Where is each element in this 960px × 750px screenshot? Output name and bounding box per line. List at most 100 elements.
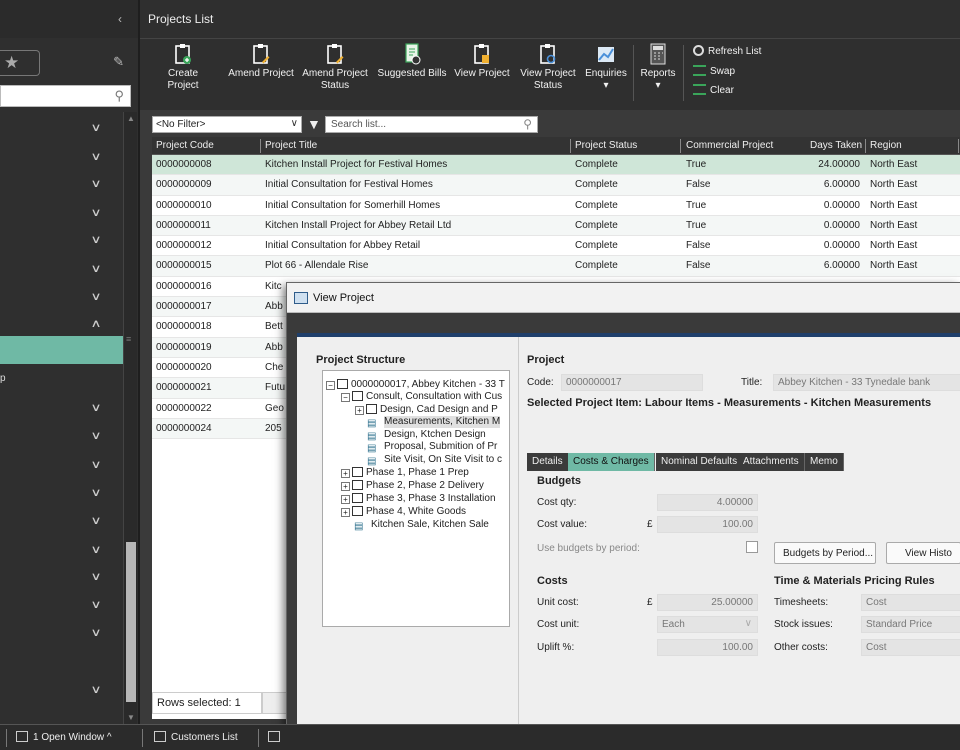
chevron-down-icon[interactable]: ∨ bbox=[90, 290, 101, 303]
column-header-project-status[interactable]: Project Status bbox=[575, 140, 637, 151]
column-header-region[interactable]: Region bbox=[870, 140, 902, 151]
project-structure-panel: Project Structure −0000000017, Abbey Kit… bbox=[297, 337, 519, 750]
tree-node[interactable]: + Phase 2, Phase 2 Delivery bbox=[341, 480, 484, 492]
edit-pencil-icon[interactable]: ✎ bbox=[113, 54, 124, 70]
chevron-down-icon[interactable]: ∨ bbox=[90, 458, 101, 471]
amend-project-status-button[interactable]: Amend Project Status bbox=[300, 43, 370, 92]
tree-node[interactable]: − Consult, Consultation with Cus bbox=[341, 391, 502, 403]
sidebar-scrollbar[interactable]: ▲ ≡ ▼ bbox=[123, 112, 137, 724]
collapse-icon[interactable]: − bbox=[326, 381, 335, 390]
tab-details[interactable]: Details bbox=[527, 453, 569, 471]
tree-node[interactable]: ▤ Proposal, Submition of Pr bbox=[367, 441, 497, 454]
table-row[interactable]: 0000000010 Initial Consultation for Somer… bbox=[152, 196, 960, 216]
column-header-project-title[interactable]: Project Title bbox=[265, 140, 317, 151]
filter-funnel-icon[interactable]: ▼ bbox=[307, 116, 321, 132]
chevron-down-icon[interactable]: ∨ bbox=[90, 401, 101, 414]
chevron-down-icon[interactable]: ∨ bbox=[90, 683, 101, 696]
tab-nominal-defaults[interactable]: Nominal Defaults bbox=[656, 453, 744, 471]
table-row[interactable]: 0000000008 Kitchen Install Project for Fe… bbox=[152, 155, 960, 176]
window-icon bbox=[16, 731, 28, 742]
table-row[interactable]: 0000000012 Initial Consultation for Abbey… bbox=[152, 236, 960, 257]
tree-node[interactable]: ▤ Site Visit, On Site Visit to c bbox=[367, 454, 502, 467]
cost-value-field[interactable]: 100.00 bbox=[657, 516, 758, 533]
amend-project-button[interactable]: Amend Project bbox=[226, 43, 296, 80]
sidebar-item-projects[interactable] bbox=[0, 336, 123, 364]
window-titlebar[interactable]: View Project bbox=[287, 283, 960, 313]
use-budgets-checkbox[interactable] bbox=[746, 541, 758, 553]
tree-node[interactable]: + Design, Cad Design and P bbox=[355, 404, 498, 416]
filter-select[interactable]: <No Filter> ∨ bbox=[152, 116, 302, 133]
expand-icon[interactable]: + bbox=[355, 406, 364, 415]
column-header-commercial-project[interactable]: Commercial Project bbox=[686, 140, 773, 151]
chevron-down-icon[interactable]: ∨ bbox=[90, 233, 101, 246]
table-row[interactable]: 0000000011 Kitchen Install Project for Ab… bbox=[152, 215, 960, 237]
refresh-list-button[interactable]: Refresh List bbox=[693, 45, 761, 57]
other-costs-select[interactable]: Cost bbox=[861, 639, 960, 656]
chevron-down-icon[interactable]: ∨ bbox=[90, 429, 101, 442]
search-icon[interactable]: ⚲ bbox=[523, 117, 532, 131]
title-field[interactable]: Abbey Kitchen - 33 Tynedale bank bbox=[773, 374, 960, 391]
tree-node-project[interactable]: −0000000017, Abbey Kitchen - 33 T bbox=[326, 379, 505, 391]
expand-icon[interactable]: + bbox=[341, 508, 350, 517]
chevron-down-icon[interactable]: ∨ bbox=[90, 514, 101, 527]
view-project-button[interactable]: View Project bbox=[450, 43, 514, 80]
tree-node[interactable]: + Phase 1, Phase 1 Prep bbox=[341, 467, 469, 479]
table-row[interactable]: 0000000009 Initial Consultation for Festi… bbox=[152, 175, 960, 196]
tree-node[interactable]: ▤ Kitchen Sale, Kitchen Sale bbox=[354, 519, 489, 532]
chevron-down-icon[interactable]: ∨ bbox=[90, 543, 101, 556]
cost-unit-select[interactable]: Each ∨ bbox=[657, 616, 758, 633]
scrollbar-thumb[interactable] bbox=[126, 542, 136, 702]
clear-button[interactable]: Clear bbox=[693, 84, 734, 96]
column-header-days-taken[interactable]: Days Taken bbox=[810, 140, 862, 151]
tab-attachments[interactable]: Attachments bbox=[738, 453, 805, 471]
chevron-down-icon[interactable]: ∨ bbox=[90, 486, 101, 499]
unit-cost-field[interactable]: 25.00000 bbox=[657, 594, 758, 611]
collapse-icon[interactable]: − bbox=[341, 393, 350, 402]
create-project-button[interactable]: Create Project bbox=[154, 43, 212, 92]
code-field[interactable]: 0000000017 bbox=[561, 374, 703, 391]
uplift-field[interactable]: 100.00 bbox=[657, 639, 758, 656]
filter-bar: <No Filter> ∨ ▼ Search list... ⚲ bbox=[140, 110, 960, 138]
tree-node[interactable]: + Phase 4, White Goods bbox=[341, 506, 466, 518]
view-project-window: View Project Project Structure −00000000… bbox=[286, 282, 960, 750]
chevron-down-icon[interactable]: ∨ bbox=[90, 206, 101, 219]
project-structure-tree[interactable]: −0000000017, Abbey Kitchen - 33 T − Consu… bbox=[322, 370, 510, 627]
taskbar-item[interactable] bbox=[268, 731, 285, 743]
expand-icon[interactable]: + bbox=[341, 482, 350, 491]
search-input[interactable]: Search list... ⚲ bbox=[325, 116, 538, 133]
expand-icon[interactable]: + bbox=[341, 469, 350, 478]
sidebar-search-input[interactable]: ⚲ bbox=[0, 85, 131, 107]
cost-qty-field[interactable]: 4.00000 bbox=[657, 494, 758, 511]
chevron-up-icon[interactable]: ∧ bbox=[90, 317, 101, 330]
collapse-sidebar-icon[interactable]: ‹ bbox=[118, 12, 122, 26]
stock-issues-select[interactable]: Standard Price bbox=[861, 616, 960, 633]
tab-costs-charges[interactable]: Costs & Charges bbox=[568, 453, 655, 471]
tab-memo[interactable]: Memo bbox=[805, 453, 844, 471]
tree-node[interactable]: ▤ Design, Ktchen Design bbox=[367, 429, 486, 442]
timesheets-select[interactable]: Cost bbox=[861, 594, 960, 611]
chevron-down-icon[interactable]: ∨ bbox=[90, 121, 101, 134]
open-windows-button[interactable]: 1 Open Window ^ bbox=[16, 731, 112, 743]
tree-node-selected[interactable]: ▤ Measurements, Kitchen M bbox=[367, 416, 501, 429]
enquiries-button[interactable]: Enquiries ▾ bbox=[582, 43, 630, 92]
chevron-down-icon[interactable]: ∨ bbox=[90, 177, 101, 190]
expand-icon[interactable]: + bbox=[341, 495, 350, 504]
swap-button[interactable]: Swap bbox=[693, 65, 735, 77]
table-row[interactable]: 0000000015 Plot 66 - Allendale Rise Comple… bbox=[152, 256, 960, 277]
column-header-project-code[interactable]: Project Code bbox=[156, 140, 214, 151]
tree-node[interactable]: + Phase 3, Phase 3 Installation bbox=[341, 493, 496, 505]
taskbar-customers-list[interactable]: Customers List bbox=[154, 731, 238, 743]
chevron-down-icon[interactable]: ∨ bbox=[90, 570, 101, 583]
chevron-down-icon[interactable]: ∨ bbox=[90, 626, 101, 639]
chevron-down-icon[interactable]: ∨ bbox=[90, 262, 101, 275]
chevron-down-icon[interactable]: ∨ bbox=[90, 150, 101, 163]
scroll-up-icon[interactable]: ▲ bbox=[127, 114, 135, 123]
view-history-button[interactable]: View Histo bbox=[886, 542, 960, 564]
reports-button[interactable]: Reports ▾ bbox=[638, 43, 678, 92]
chevron-down-icon[interactable]: ∨ bbox=[90, 598, 101, 611]
favourites-star-icon[interactable]: ★ bbox=[0, 50, 40, 76]
scroll-down-icon[interactable]: ▼ bbox=[127, 713, 135, 722]
budgets-by-period-button[interactable]: Budgets by Period... bbox=[774, 542, 876, 564]
view-project-status-button[interactable]: View Project Status bbox=[516, 43, 580, 92]
suggested-bills-button[interactable]: Suggested Bills bbox=[372, 43, 452, 80]
